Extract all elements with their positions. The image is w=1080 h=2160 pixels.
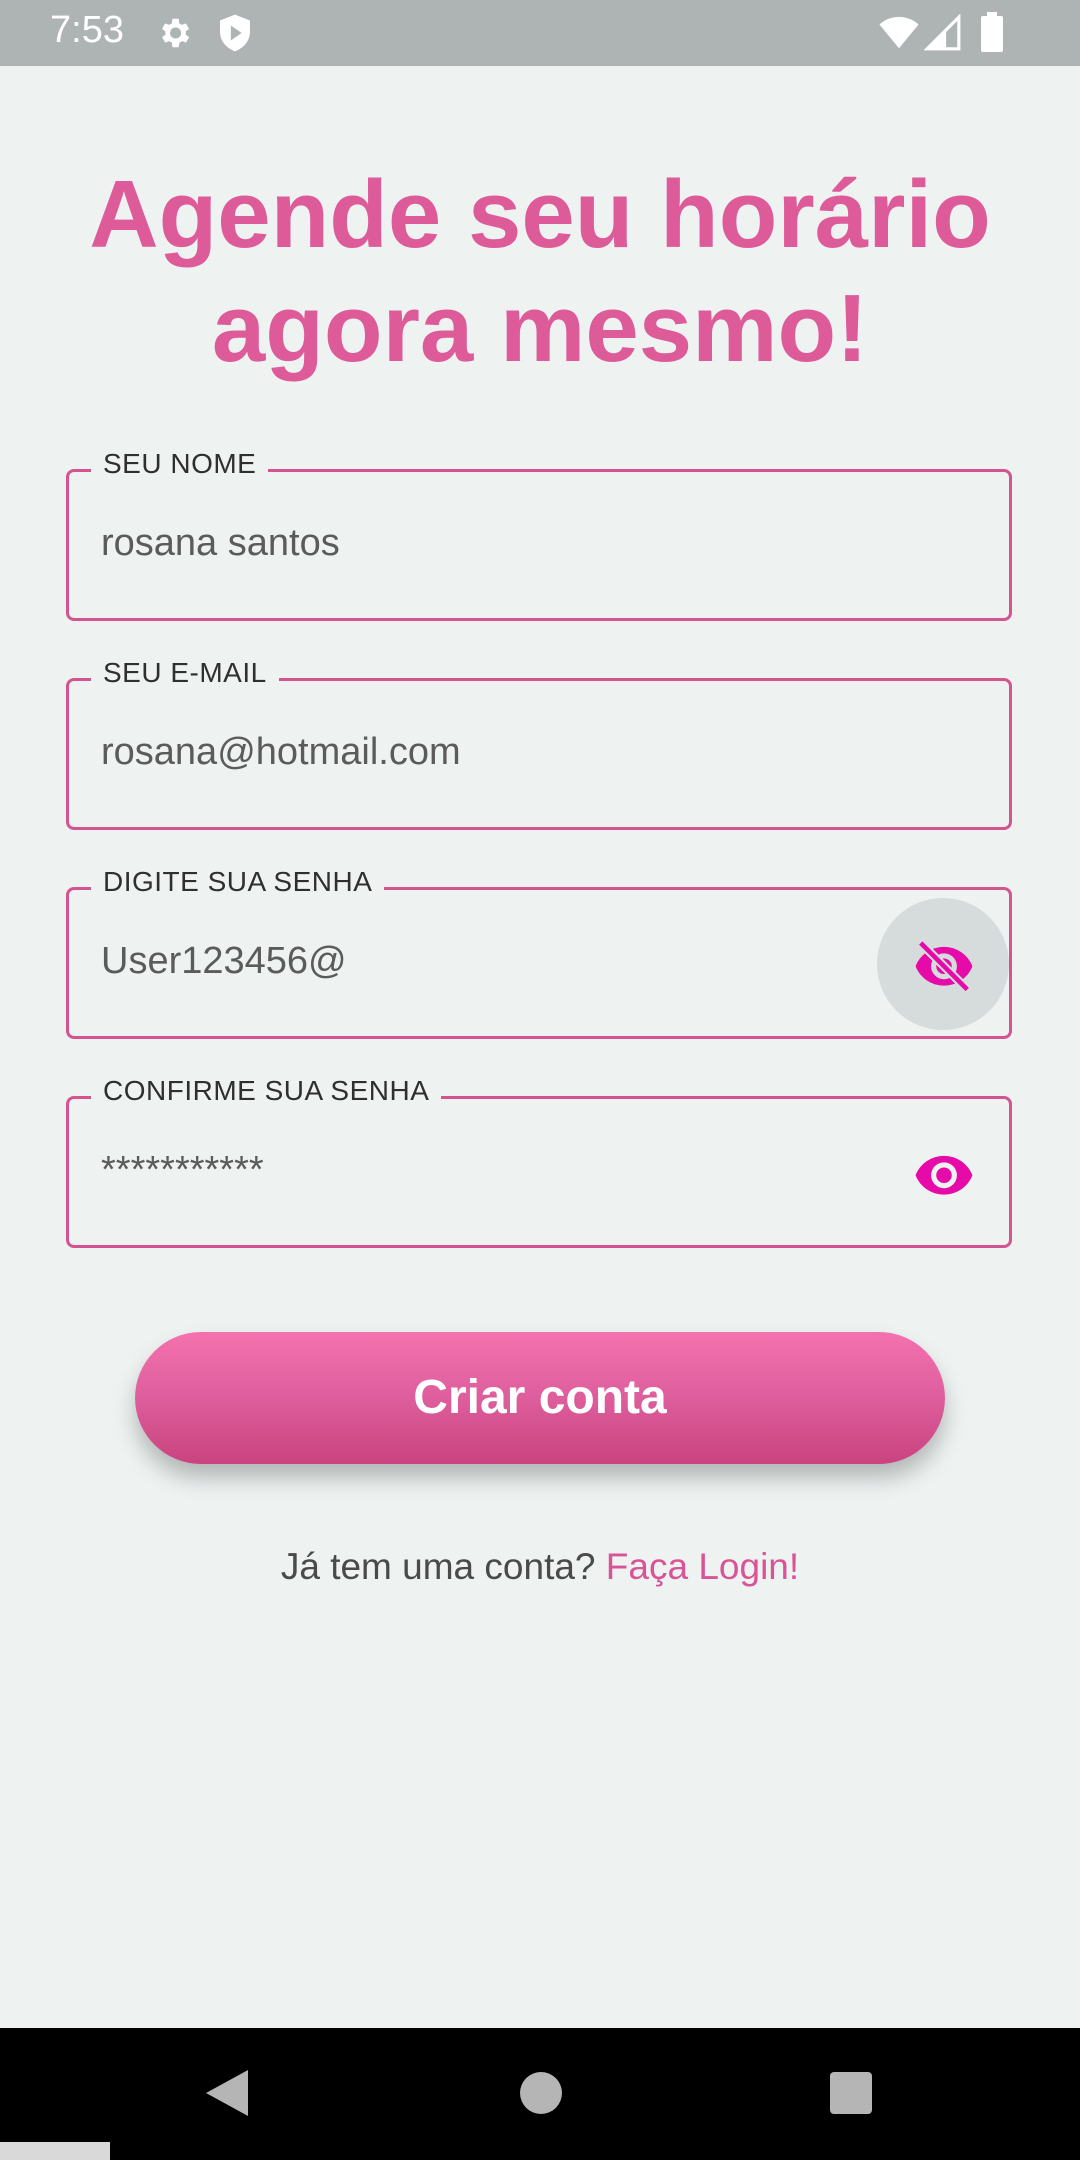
wifi-icon [879, 16, 919, 49]
password-field-label: DIGITE SUA SENHA [91, 866, 385, 898]
toggle-confirm-password-visibility-button[interactable] [877, 1107, 1009, 1239]
password-field[interactable]: DIGITE SUA SENHA User123456@ [66, 866, 1012, 1039]
page-title: Agende seu horário agora mesmo! [0, 158, 1080, 386]
confirm-password-field-label: CONFIRME SUA SENHA [91, 1075, 442, 1107]
navigation-bar [0, 2028, 1080, 2160]
battery-icon [981, 12, 1003, 52]
login-prompt: Já tem uma conta? Faça Login! [0, 1546, 1080, 1588]
eye-off-icon [915, 939, 973, 993]
home-icon[interactable] [520, 2072, 562, 2114]
email-field-value[interactable]: rosana@hotmail.com [101, 731, 461, 774]
signal-icon [924, 14, 961, 51]
recents-icon[interactable] [830, 2072, 872, 2114]
gear-icon [161, 18, 190, 48]
status-time: 7:53 [50, 9, 124, 51]
name-field[interactable]: SEU NOME rosana santos [66, 448, 1012, 621]
password-field-value[interactable]: User123456@ [101, 940, 347, 983]
toggle-password-visibility-button[interactable] [877, 898, 1009, 1030]
signup-screen: Agende seu horário agora mesmo! SEU NOME… [0, 66, 1080, 2028]
page-title-line-2: agora mesmo! [211, 275, 869, 382]
shield-icon [220, 14, 250, 52]
name-field-label: SEU NOME [91, 448, 269, 480]
eye-icon [915, 1155, 973, 1195]
create-account-button[interactable]: Criar conta [135, 1332, 945, 1464]
page-title-line-1: Agende seu horário [89, 161, 991, 268]
email-field[interactable]: SEU E-MAIL rosana@hotmail.com [66, 657, 1012, 830]
confirm-password-field-value[interactable]: *********** [101, 1149, 264, 1192]
login-prompt-text: Já tem uma conta? [280, 1546, 596, 1587]
status-bar: 7:53 [0, 0, 1080, 66]
gesture-indicator [0, 2142, 110, 2160]
login-link[interactable]: Faça Login! [606, 1546, 799, 1587]
back-icon[interactable] [204, 2068, 250, 2118]
email-field-label: SEU E-MAIL [91, 657, 279, 689]
name-field-value[interactable]: rosana santos [101, 522, 340, 565]
confirm-password-field[interactable]: CONFIRME SUA SENHA *********** [66, 1075, 1012, 1248]
